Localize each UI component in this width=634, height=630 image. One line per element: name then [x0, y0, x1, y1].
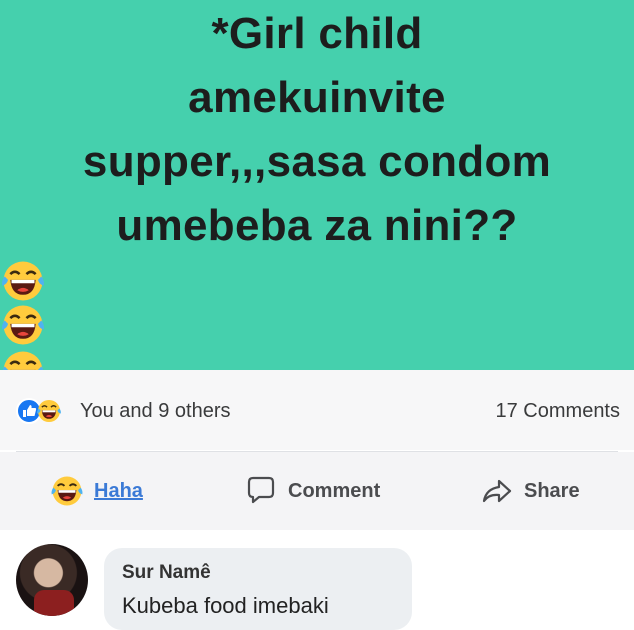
post-text-line-2: amekuinvite	[188, 73, 446, 122]
share-button-label: Share	[524, 479, 580, 502]
share-button[interactable]: Share	[480, 474, 580, 508]
comment-button[interactable]: Comment	[244, 474, 380, 508]
haha-button-label: Haha	[94, 479, 143, 502]
avatar[interactable]	[16, 544, 88, 616]
comments-count[interactable]: 17 Comments	[496, 398, 621, 424]
comment-icon	[247, 476, 275, 504]
comment-button-label: Comment	[288, 479, 381, 502]
reaction-summary[interactable]: You and 9 others	[80, 398, 231, 424]
post-text-line-4-row: umebeba za nini??	[0, 194, 634, 304]
post-text-line-1: *Girl child	[211, 9, 423, 58]
haha-button[interactable]: Haha	[50, 474, 143, 508]
haha-reaction-icon	[36, 398, 62, 424]
post-image-card: *Girl child amekuinvite supper,,,sasa co…	[0, 0, 634, 496]
comment-author[interactable]: Sur Namê	[122, 562, 211, 584]
post-text-line-4: umebeba za nini??	[116, 201, 518, 250]
post-text-line-3: supper,,,sasa condom	[82, 137, 552, 186]
haha-reaction-icon	[50, 474, 84, 508]
laughing-emoji-icon	[0, 258, 46, 304]
reaction-icons[interactable]	[16, 398, 62, 424]
avatar-shirt	[34, 590, 74, 616]
laughing-emoji-icon	[0, 302, 46, 348]
share-icon	[482, 479, 512, 503]
comment-text: Kubeba food imebaki	[122, 593, 329, 618]
